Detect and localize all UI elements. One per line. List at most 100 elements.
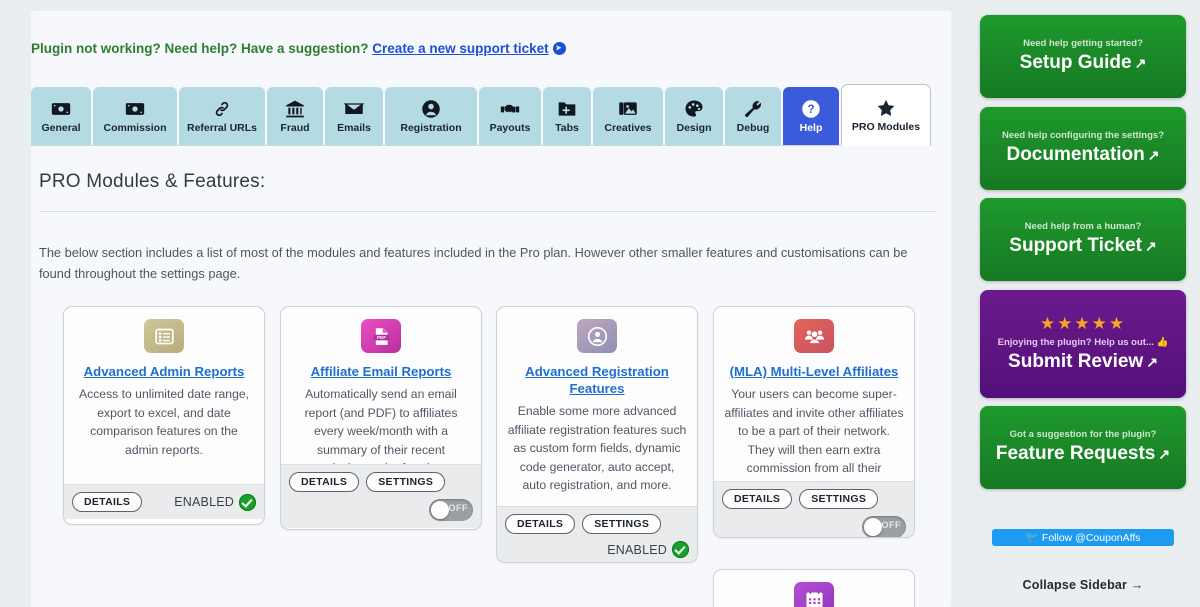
user-circle-icon: [421, 99, 441, 119]
card-body: Advanced Registration Features Enable so…: [497, 307, 697, 506]
tab-label: Help: [799, 121, 823, 134]
module-description: Access to unlimited date range, export t…: [78, 387, 250, 457]
sidebar-button-subtitle: Need help getting started?: [1023, 38, 1143, 49]
users-group-icon: [794, 319, 834, 353]
status-badge: ENABLED: [607, 541, 689, 558]
sidebar-button-title: Support Ticket ↗: [1009, 234, 1156, 258]
money-bill-icon: [51, 99, 71, 119]
card-footer: DETAILS ENABLED: [64, 484, 264, 519]
sidebar-button-subtitle: Got a suggestion for the plugin?: [1009, 429, 1157, 440]
title-divider: [39, 211, 937, 212]
module-title-link[interactable]: Affiliate Email Reports: [291, 363, 471, 380]
user-circle-icon: [577, 319, 617, 353]
tab-creatives[interactable]: Creatives: [593, 87, 663, 145]
tab-label: Referral URLs: [186, 121, 258, 134]
sidebar-button-subtitle: Enjoying the plugin? Help us out... 👍: [997, 337, 1169, 348]
calendar-icon: [794, 582, 834, 607]
details-button[interactable]: DETAILS: [505, 514, 576, 534]
settings-button[interactable]: SETTINGS: [582, 514, 662, 534]
card-footer: DETAILS SETTINGS ENABLED: [497, 506, 697, 562]
tab-commission[interactable]: Commission: [93, 87, 177, 145]
tab-tabs[interactable]: Tabs: [543, 87, 591, 145]
external-link-icon: ↗: [1134, 55, 1147, 71]
tab-registration[interactable]: Registration: [385, 87, 477, 145]
tab-design[interactable]: Design: [665, 87, 723, 145]
collapse-sidebar-button[interactable]: Collapse Sidebar →: [966, 578, 1200, 592]
star-icon: [876, 98, 896, 118]
tab-help[interactable]: ? Help: [783, 87, 839, 145]
settings-button[interactable]: SETTINGS: [799, 489, 879, 509]
tab-label: Payouts: [489, 121, 531, 134]
images-icon: [618, 99, 638, 119]
card-body: Advanced Admin Reports Access to unlimit…: [64, 307, 264, 484]
tab-emails[interactable]: Emails: [325, 87, 383, 145]
sidebar-button-label: Support Ticket: [1009, 235, 1142, 256]
module-description: Automatically send an email report (and …: [300, 387, 463, 464]
module-toggle[interactable]: OFF: [862, 516, 906, 537]
tab-general[interactable]: General: [31, 87, 91, 145]
module-description: Enable some more advanced affiliate regi…: [507, 404, 687, 493]
module-title-link[interactable]: Advanced Admin Reports: [74, 363, 254, 380]
toggle-off-label: OFF: [448, 503, 468, 513]
settings-button[interactable]: SETTINGS: [366, 472, 446, 492]
module-title-link[interactable]: (MLA) Multi-Level Affiliates: [724, 363, 904, 380]
sidebar-button-label: Feature Requests: [995, 443, 1156, 464]
sidebar-button-title: Submit Review ↗: [1008, 350, 1158, 374]
pdf-file-icon: PDF: [361, 319, 401, 353]
tab-label: General: [41, 121, 81, 134]
sidebar-button-subtitle: Need help configuring the settings?: [1001, 130, 1165, 141]
envelope-icon: [344, 99, 364, 119]
details-button[interactable]: DETAILS: [72, 492, 143, 512]
sidebar-button-submit-review[interactable]: ★★★★★ Enjoying the plugin? Help us out..…: [980, 290, 1186, 398]
bank-icon: [285, 99, 305, 119]
details-button[interactable]: DETAILS: [289, 472, 360, 492]
wrench-icon: [743, 99, 763, 119]
sidebar-button-label: Setup Guide: [1019, 52, 1132, 73]
support-prompt: Plugin not working? Need help? Have a su…: [31, 41, 369, 56]
module-card-multi-level-affiliates: (MLA) Multi-Level Affiliates Your users …: [713, 306, 915, 538]
status-badge: ENABLED: [174, 493, 256, 511]
list-report-icon: [144, 319, 184, 353]
module-toggle[interactable]: OFF: [429, 499, 473, 521]
external-link-icon: ↗: [1144, 238, 1157, 254]
tab-label: PRO Modules: [851, 120, 921, 133]
check-circle-icon: [672, 541, 689, 558]
svg-text:PDF: PDF: [376, 335, 385, 340]
external-link-icon: ↗: [1146, 354, 1158, 370]
sidebar-button-title: Documentation ↗: [1006, 143, 1159, 167]
card-body: [714, 570, 914, 607]
module-card-advanced-admin-reports: Advanced Admin Reports Access to unlimit…: [63, 306, 265, 525]
twitter-follow-button[interactable]: 🐦 Follow @CouponAffs: [992, 529, 1174, 546]
support-notice: Plugin not working? Need help? Have a su…: [31, 41, 951, 56]
settings-tab-bar: General Commission Referral URLs Fraud E…: [31, 84, 931, 146]
create-support-ticket-link[interactable]: Create a new support ticket: [372, 41, 548, 56]
sidebar-button-setup-guide[interactable]: Need help getting started? Setup Guide ↗: [980, 15, 1186, 98]
card-footer-row-2: ENABLED: [505, 541, 689, 558]
tab-pro-modules[interactable]: PRO Modules: [841, 84, 931, 146]
tab-label: Debug: [736, 121, 770, 134]
card-footer-row-2: OFF: [289, 499, 473, 521]
sidebar-button-title: Setup Guide ↗: [1020, 51, 1147, 75]
card-footer-row-2: OFF: [722, 516, 906, 537]
app-root: Plugin not working? Need help? Have a su…: [0, 0, 1200, 607]
tab-payouts[interactable]: Payouts: [479, 87, 541, 145]
tab-label: Registration: [400, 121, 462, 134]
module-description: Your users can become super-affiliates a…: [724, 387, 904, 481]
tab-referral-urls[interactable]: Referral URLs: [179, 87, 265, 145]
status-label: ENABLED: [607, 542, 667, 557]
sidebar-button-documentation[interactable]: Need help configuring the settings? Docu…: [980, 107, 1186, 190]
settings-panel: Plugin not working? Need help? Have a su…: [31, 11, 951, 607]
tab-label: Design: [676, 121, 712, 134]
tab-label: Commission: [103, 121, 167, 134]
tab-debug[interactable]: Debug: [725, 87, 781, 145]
details-button[interactable]: DETAILS: [722, 489, 793, 509]
palette-icon: [684, 99, 704, 119]
module-card-partial: [713, 569, 915, 607]
link-chain-icon: [212, 99, 232, 119]
sidebar-button-support-ticket[interactable]: Need help from a human? Support Ticket ↗: [980, 198, 1186, 281]
sidebar-button-feature-requests[interactable]: Got a suggestion for the plugin? Feature…: [980, 406, 1186, 489]
module-title-link[interactable]: Advanced Registration Features: [507, 363, 687, 397]
toggle-knob: [431, 501, 449, 519]
tab-fraud[interactable]: Fraud: [267, 87, 323, 145]
twitter-follow-label: Follow @CouponAffs: [1041, 531, 1141, 544]
